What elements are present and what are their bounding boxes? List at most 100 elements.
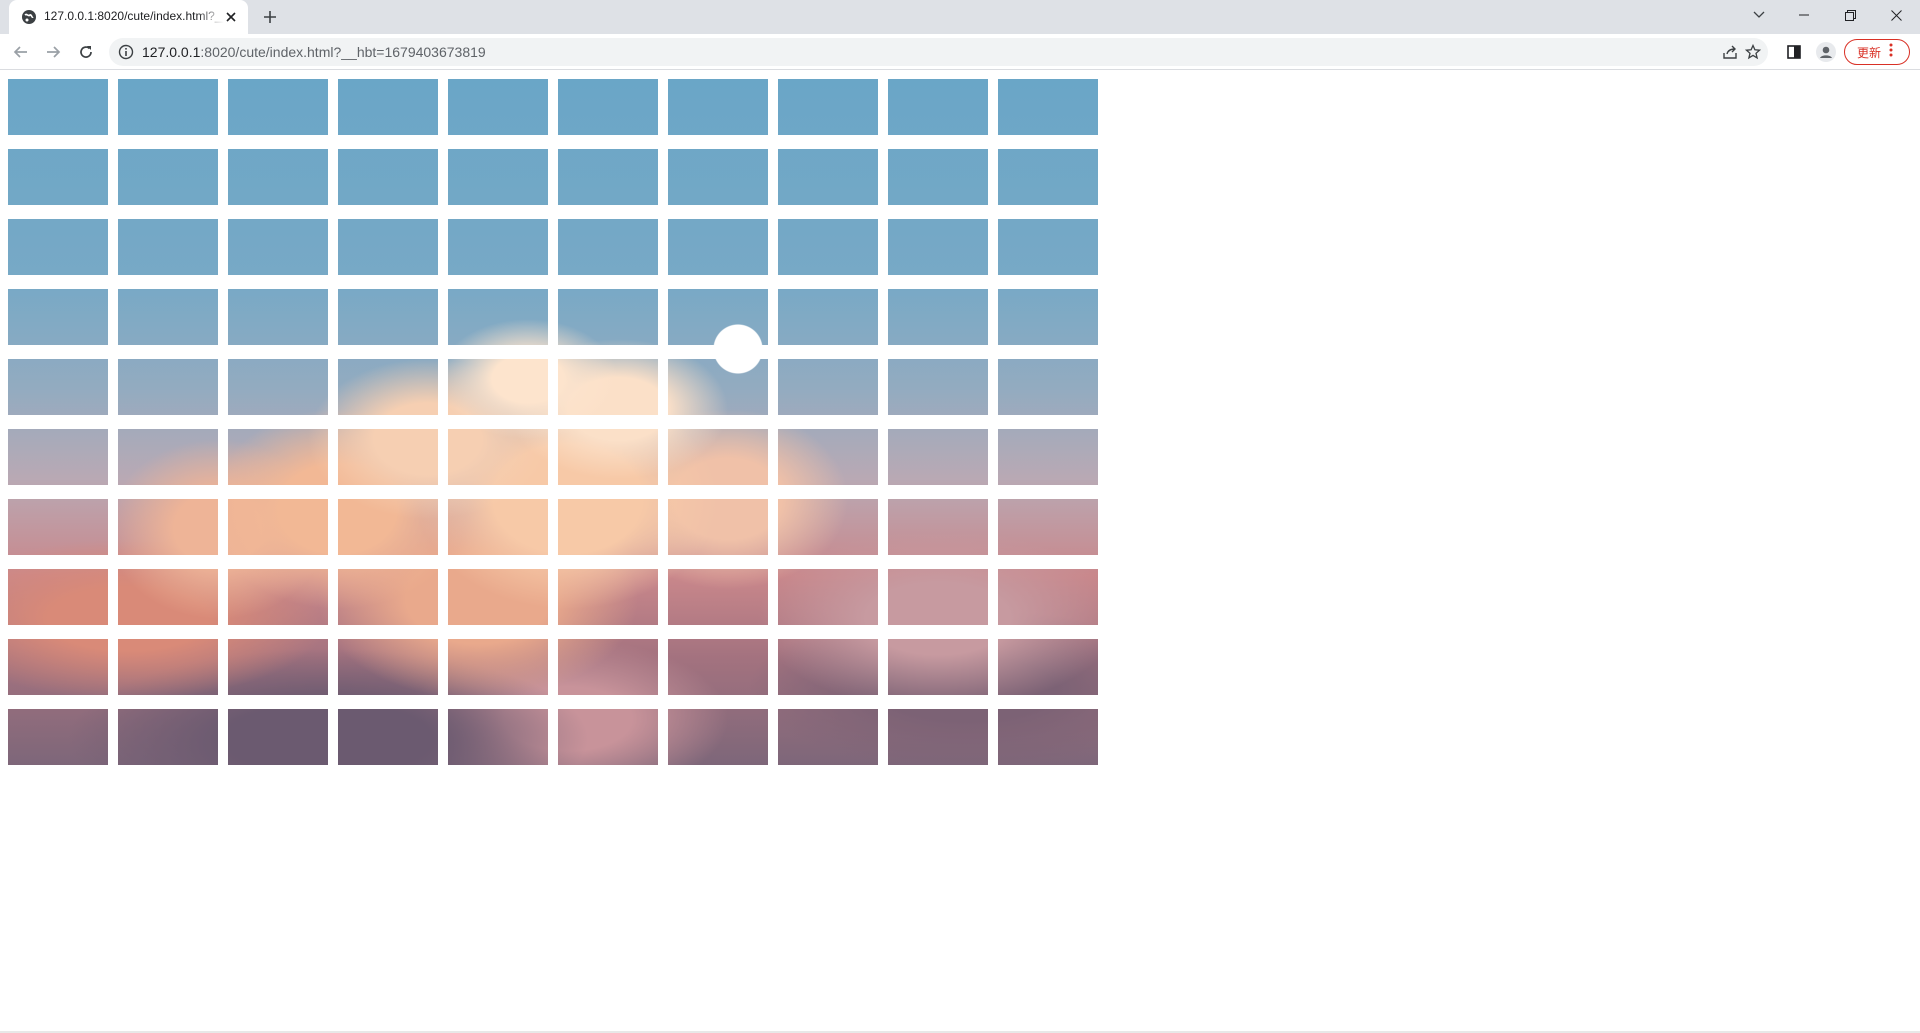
image-tile	[338, 499, 438, 555]
image-tile	[448, 149, 548, 205]
reload-icon[interactable]	[73, 39, 99, 65]
image-tile	[8, 289, 108, 345]
image-tile	[888, 639, 988, 695]
update-button[interactable]: 更新	[1844, 39, 1910, 65]
image-tile	[998, 499, 1098, 555]
image-tile	[558, 499, 658, 555]
close-window-icon[interactable]	[1873, 0, 1919, 30]
image-tile	[118, 569, 218, 625]
image-tile	[778, 359, 878, 415]
url-host: 127.0.0.1	[142, 44, 201, 60]
image-tile	[888, 569, 988, 625]
image-tile	[8, 709, 108, 765]
image-tile	[338, 569, 438, 625]
address-bar[interactable]: 127.0.0.1:8020/cute/index.html?__hbt=167…	[109, 38, 1768, 66]
image-tile	[338, 359, 438, 415]
image-tile	[778, 639, 878, 695]
image-tile	[778, 709, 878, 765]
update-label: 更新	[1857, 45, 1882, 60]
image-tile	[228, 219, 328, 275]
browser-tab[interactable]: 127.0.0.1:8020/cute/index.html?__hbt=167…	[9, 0, 248, 34]
image-tile	[448, 499, 548, 555]
minimize-icon[interactable]	[1781, 0, 1827, 30]
back-arrow-icon[interactable]	[8, 39, 34, 65]
address-url: 127.0.0.1:8020/cute/index.html?__hbt=167…	[142, 44, 486, 60]
image-tile	[228, 289, 328, 345]
image-tile	[448, 359, 548, 415]
image-tile	[558, 569, 658, 625]
image-tile	[228, 149, 328, 205]
image-tile	[998, 569, 1098, 625]
image-tile	[118, 219, 218, 275]
image-tile	[8, 429, 108, 485]
image-tile	[8, 499, 108, 555]
image-tile	[228, 359, 328, 415]
site-info-icon[interactable]	[118, 44, 134, 60]
image-tile	[338, 149, 438, 205]
image-tile	[448, 429, 548, 485]
image-tile	[118, 639, 218, 695]
image-tile	[558, 429, 658, 485]
image-tile	[998, 639, 1098, 695]
more-menu-icon[interactable]	[1889, 43, 1893, 62]
image-tile	[338, 289, 438, 345]
forward-arrow-icon[interactable]	[40, 39, 66, 65]
new-tab-icon[interactable]	[257, 6, 283, 28]
image-tile	[228, 429, 328, 485]
image-tile	[338, 429, 438, 485]
image-tile	[228, 639, 328, 695]
image-tile	[338, 79, 438, 135]
image-tile	[888, 709, 988, 765]
image-tile	[558, 289, 658, 345]
image-tile	[668, 359, 768, 415]
profile-avatar-icon[interactable]	[1813, 39, 1839, 65]
image-tile	[778, 219, 878, 275]
image-tile-grid	[0, 70, 1920, 1033]
share-icon[interactable]	[1721, 43, 1739, 61]
image-tile	[888, 289, 988, 345]
bookmark-star-icon[interactable]	[1744, 43, 1762, 61]
image-tile	[778, 569, 878, 625]
tab-title: 127.0.0.1:8020/cute/index.html?__hbt=167…	[44, 9, 224, 23]
image-tile	[668, 569, 768, 625]
image-tile	[998, 289, 1098, 345]
image-tile	[118, 149, 218, 205]
image-tile	[338, 639, 438, 695]
url-path: :8020/cute/index.html?__hbt=167940367381…	[200, 44, 486, 60]
image-tile	[338, 709, 438, 765]
image-tile	[118, 289, 218, 345]
image-tile	[888, 219, 988, 275]
image-tile	[998, 219, 1098, 275]
image-tile	[558, 149, 658, 205]
image-tile	[888, 429, 988, 485]
image-tile	[8, 639, 108, 695]
image-tile	[448, 569, 548, 625]
image-tile	[998, 149, 1098, 205]
image-tile	[668, 429, 768, 485]
image-tile	[668, 79, 768, 135]
image-tile	[558, 359, 658, 415]
image-tile	[448, 639, 548, 695]
image-tile	[888, 149, 988, 205]
tab-search-chevron-icon[interactable]	[1736, 0, 1782, 30]
image-tile	[448, 709, 548, 765]
side-panel-icon[interactable]	[1781, 39, 1807, 65]
image-tile	[118, 79, 218, 135]
image-tile	[338, 219, 438, 275]
image-tile	[228, 569, 328, 625]
image-tile	[8, 359, 108, 415]
image-tile	[558, 639, 658, 695]
image-tile	[558, 79, 658, 135]
image-tile	[8, 79, 108, 135]
image-tile	[118, 359, 218, 415]
image-tile	[668, 499, 768, 555]
image-tile	[668, 219, 768, 275]
image-tile	[668, 639, 768, 695]
close-tab-icon[interactable]	[222, 8, 240, 26]
image-tile	[888, 79, 988, 135]
image-tile	[448, 289, 548, 345]
image-tile	[118, 709, 218, 765]
restore-icon[interactable]	[1827, 0, 1873, 30]
image-tile	[998, 429, 1098, 485]
image-tile	[558, 219, 658, 275]
